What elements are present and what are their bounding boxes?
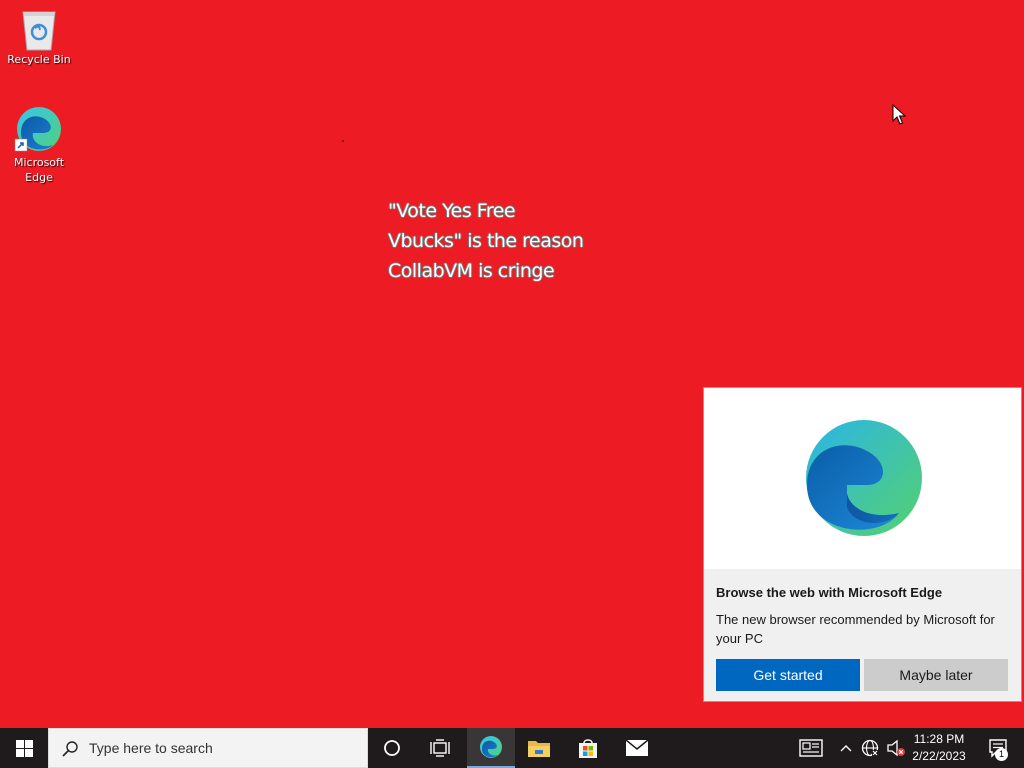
task-view-icon bbox=[430, 739, 450, 757]
desktop-icon-recycle-bin[interactable]: Recycle Bin bbox=[3, 6, 75, 67]
taskbar: Type here to search 11:28 PM 2/22/2023 1 bbox=[0, 728, 1024, 768]
volume-muted-icon bbox=[887, 739, 905, 757]
microsoft-edge-icon bbox=[480, 736, 502, 758]
toast-body: The new browser recommended by Microsoft… bbox=[716, 612, 995, 646]
wallpaper-text-line-3: CollabVM is cringe bbox=[388, 260, 555, 282]
taskbar-mail-button[interactable] bbox=[613, 728, 661, 768]
network-icon bbox=[861, 739, 879, 757]
taskbar-search-box[interactable]: Type here to search bbox=[48, 728, 368, 768]
edge-promo-toast[interactable]: Browse the web with Microsoft Edge The n… bbox=[703, 387, 1022, 702]
taskbar-edge-button[interactable] bbox=[467, 728, 515, 768]
clock-time: 11:28 PM bbox=[913, 732, 965, 746]
news-and-interests-icon bbox=[799, 739, 823, 757]
chevron-up-icon bbox=[840, 745, 852, 752]
wallpaper-text-line-1: "Vote Yes Free bbox=[388, 200, 516, 222]
microsoft-edge-logo bbox=[806, 420, 922, 536]
microsoft-edge-label: Microsoft Edge bbox=[13, 156, 65, 184]
toast-hero bbox=[704, 388, 1021, 569]
desktop-icon-microsoft-edge[interactable]: Microsoft Edge bbox=[3, 103, 75, 185]
clock-date: 2/22/2023 bbox=[912, 749, 966, 763]
wallpaper-speck bbox=[342, 140, 344, 142]
recycle-bin-icon bbox=[22, 11, 56, 51]
news-and-interests-button[interactable] bbox=[794, 728, 828, 768]
wallpaper-text-line-2: Vbucks" is the reason bbox=[388, 230, 584, 252]
show-hidden-icons-button[interactable] bbox=[836, 728, 856, 768]
get-started-button[interactable]: Get started bbox=[716, 659, 860, 691]
maybe-later-button[interactable]: Maybe later bbox=[864, 659, 1008, 691]
search-placeholder: Type here to search bbox=[89, 740, 213, 756]
recycle-bin-label: Recycle Bin bbox=[7, 53, 71, 66]
network-button[interactable] bbox=[858, 728, 882, 768]
notification-count-badge: 1 bbox=[995, 748, 1008, 761]
file-explorer-icon bbox=[528, 741, 550, 757]
cortana-button[interactable] bbox=[368, 728, 416, 768]
action-center-button[interactable]: 1 bbox=[978, 728, 1018, 768]
microsoft-store-icon bbox=[579, 739, 597, 758]
toast-title: Browse the web with Microsoft Edge bbox=[716, 585, 943, 600]
taskbar-clock[interactable]: 11:28 PM 2/22/2023 bbox=[904, 731, 974, 765]
wallpaper-text: "Vote Yes Free Vbucks" is the reason Col… bbox=[388, 196, 584, 286]
windows-start-icon bbox=[15, 739, 33, 757]
microsoft-edge-icon bbox=[14, 107, 61, 152]
cortana-icon bbox=[384, 740, 400, 756]
search-icon bbox=[62, 741, 78, 757]
taskbar-file-explorer-button[interactable] bbox=[515, 728, 563, 768]
taskbar-store-button[interactable] bbox=[564, 728, 612, 768]
mail-icon bbox=[625, 739, 649, 756]
start-button[interactable] bbox=[0, 728, 48, 768]
mouse-pointer-icon bbox=[892, 104, 906, 125]
task-view-button[interactable] bbox=[416, 728, 464, 768]
